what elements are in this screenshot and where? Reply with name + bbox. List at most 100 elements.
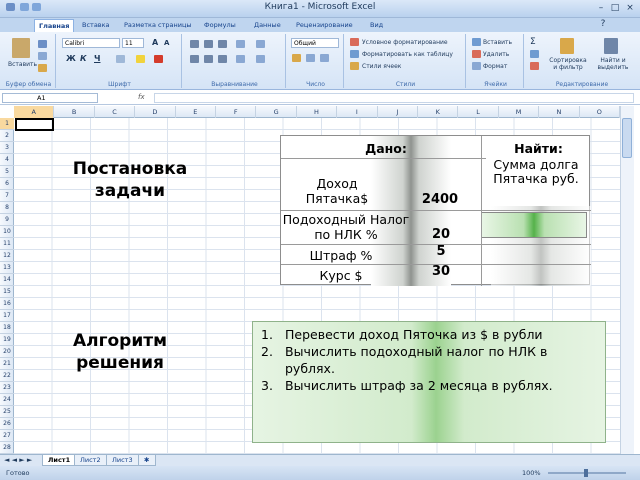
cell-styles-button[interactable]: Стили ячеек bbox=[362, 63, 401, 70]
row-header[interactable]: 16 bbox=[0, 298, 14, 310]
font-color-icon[interactable] bbox=[154, 55, 163, 63]
format-cells-icon[interactable] bbox=[472, 62, 481, 70]
align-left-icon[interactable] bbox=[190, 55, 199, 63]
borders-icon[interactable] bbox=[116, 55, 125, 63]
row-header[interactable]: 9 bbox=[0, 214, 14, 226]
currency-icon[interactable] bbox=[292, 54, 301, 62]
column-header[interactable]: I bbox=[337, 106, 378, 118]
wrap-text-icon[interactable] bbox=[256, 40, 265, 48]
underline-button[interactable]: Ч bbox=[94, 54, 100, 63]
column-header[interactable]: N bbox=[539, 106, 580, 118]
sort-filter-button[interactable]: Сортировка и фильтр bbox=[548, 57, 588, 71]
percent-icon[interactable] bbox=[306, 54, 315, 62]
close-icon[interactable]: × bbox=[623, 2, 637, 14]
row-header[interactable]: 7 bbox=[0, 190, 14, 202]
find-select-button[interactable]: Найти и выделить bbox=[592, 57, 634, 71]
paste-icon[interactable] bbox=[12, 38, 30, 58]
orientation-icon[interactable] bbox=[236, 40, 245, 48]
font-size-select[interactable]: 11 bbox=[122, 38, 144, 48]
column-header[interactable]: C bbox=[95, 106, 136, 118]
find-select-icon[interactable] bbox=[604, 38, 618, 54]
row-header[interactable]: 17 bbox=[0, 310, 14, 322]
row-header[interactable]: 25 bbox=[0, 406, 14, 418]
column-header[interactable]: F bbox=[216, 106, 257, 118]
column-header[interactable]: H bbox=[297, 106, 338, 118]
insert-cells-button[interactable]: Вставить bbox=[483, 39, 512, 46]
row-header[interactable]: 6 bbox=[0, 178, 14, 190]
sort-filter-icon[interactable] bbox=[560, 38, 574, 54]
tab-insert[interactable]: Вставка bbox=[78, 19, 114, 32]
paste-label[interactable]: Вставить bbox=[8, 61, 37, 68]
thousands-icon[interactable] bbox=[320, 54, 329, 62]
active-cell[interactable] bbox=[15, 118, 54, 131]
tab-home[interactable]: Главная bbox=[34, 19, 75, 32]
row-header[interactable]: 27 bbox=[0, 430, 14, 442]
row-header[interactable]: 28 bbox=[0, 442, 14, 454]
tab-view[interactable]: Вид bbox=[366, 19, 387, 32]
row-header[interactable]: 23 bbox=[0, 382, 14, 394]
insert-cells-icon[interactable] bbox=[472, 38, 481, 46]
minimize-icon[interactable]: – bbox=[594, 2, 608, 14]
column-header[interactable]: M bbox=[499, 106, 540, 118]
row-header[interactable]: 21 bbox=[0, 358, 14, 370]
row-header[interactable]: 1 bbox=[0, 118, 14, 130]
format-table-button[interactable]: Форматировать как таблицу bbox=[362, 51, 453, 58]
italic-button[interactable]: К bbox=[80, 54, 87, 63]
maximize-icon[interactable]: □ bbox=[608, 2, 622, 14]
row-header[interactable]: 14 bbox=[0, 274, 14, 286]
column-header[interactable]: J bbox=[378, 106, 418, 118]
row-header[interactable]: 22 bbox=[0, 370, 14, 382]
column-header[interactable]: K bbox=[418, 106, 459, 118]
cut-icon[interactable] bbox=[38, 40, 47, 48]
row-header[interactable]: 10 bbox=[0, 226, 14, 238]
format-cells-button[interactable]: Формат bbox=[483, 63, 507, 70]
row-header[interactable]: 12 bbox=[0, 250, 14, 262]
shrink-font-icon[interactable]: A bbox=[164, 39, 169, 47]
bold-button[interactable]: Ж bbox=[66, 54, 76, 63]
column-header[interactable]: L bbox=[458, 106, 499, 118]
row-header[interactable]: 8 bbox=[0, 202, 14, 214]
vertical-scrollbar[interactable] bbox=[620, 106, 634, 454]
delete-cells-icon[interactable] bbox=[472, 50, 481, 58]
zoom-level[interactable]: 100% bbox=[522, 469, 541, 477]
row-header[interactable]: 19 bbox=[0, 334, 14, 346]
align-center-icon[interactable] bbox=[204, 55, 213, 63]
format-table-icon[interactable] bbox=[350, 50, 359, 58]
align-bottom-icon[interactable] bbox=[218, 40, 227, 48]
column-header[interactable]: O bbox=[580, 106, 620, 118]
fill-color-icon[interactable] bbox=[136, 55, 145, 63]
sheet-tab-3[interactable]: Лист3 bbox=[106, 455, 139, 466]
tab-review[interactable]: Рецензирование bbox=[292, 19, 357, 32]
zoom-slider-handle[interactable] bbox=[584, 469, 588, 477]
row-header[interactable]: 18 bbox=[0, 322, 14, 334]
autosum-icon[interactable]: Σ bbox=[530, 37, 536, 47]
formula-input[interactable] bbox=[154, 93, 634, 103]
sheet-nav-icon[interactable]: ◄ ◄ ► ► bbox=[4, 456, 32, 464]
insert-function-button[interactable]: fx bbox=[138, 93, 152, 103]
number-format-select[interactable]: Общий bbox=[291, 38, 339, 48]
fill-icon[interactable] bbox=[530, 50, 539, 58]
sheet-tab-1[interactable]: Лист1 bbox=[42, 455, 77, 466]
tab-formulas[interactable]: Формулы bbox=[200, 19, 240, 32]
row-header[interactable]: 15 bbox=[0, 286, 14, 298]
row-header[interactable]: 24 bbox=[0, 394, 14, 406]
scrollbar-thumb[interactable] bbox=[622, 118, 632, 158]
cell-styles-icon[interactable] bbox=[350, 62, 359, 70]
answer-cell[interactable] bbox=[481, 212, 587, 238]
name-box[interactable]: A1 bbox=[2, 93, 98, 103]
tab-data[interactable]: Данные bbox=[250, 19, 285, 32]
row-header[interactable]: 3 bbox=[0, 142, 14, 154]
insert-sheet-icon[interactable]: ✱ bbox=[138, 455, 156, 466]
column-header[interactable]: E bbox=[176, 106, 216, 118]
row-header[interactable]: 2 bbox=[0, 130, 14, 142]
copy-icon[interactable] bbox=[38, 52, 47, 60]
row-header[interactable]: 20 bbox=[0, 346, 14, 358]
column-header[interactable]: D bbox=[135, 106, 176, 118]
row-header[interactable]: 26 bbox=[0, 418, 14, 430]
align-top-icon[interactable] bbox=[190, 40, 199, 48]
align-right-icon[interactable] bbox=[218, 55, 227, 63]
row-header[interactable]: 4 bbox=[0, 154, 14, 166]
delete-cells-button[interactable]: Удалить bbox=[483, 51, 509, 58]
font-name-select[interactable]: Calibri bbox=[62, 38, 120, 48]
merge-cells-icon[interactable] bbox=[256, 55, 265, 63]
